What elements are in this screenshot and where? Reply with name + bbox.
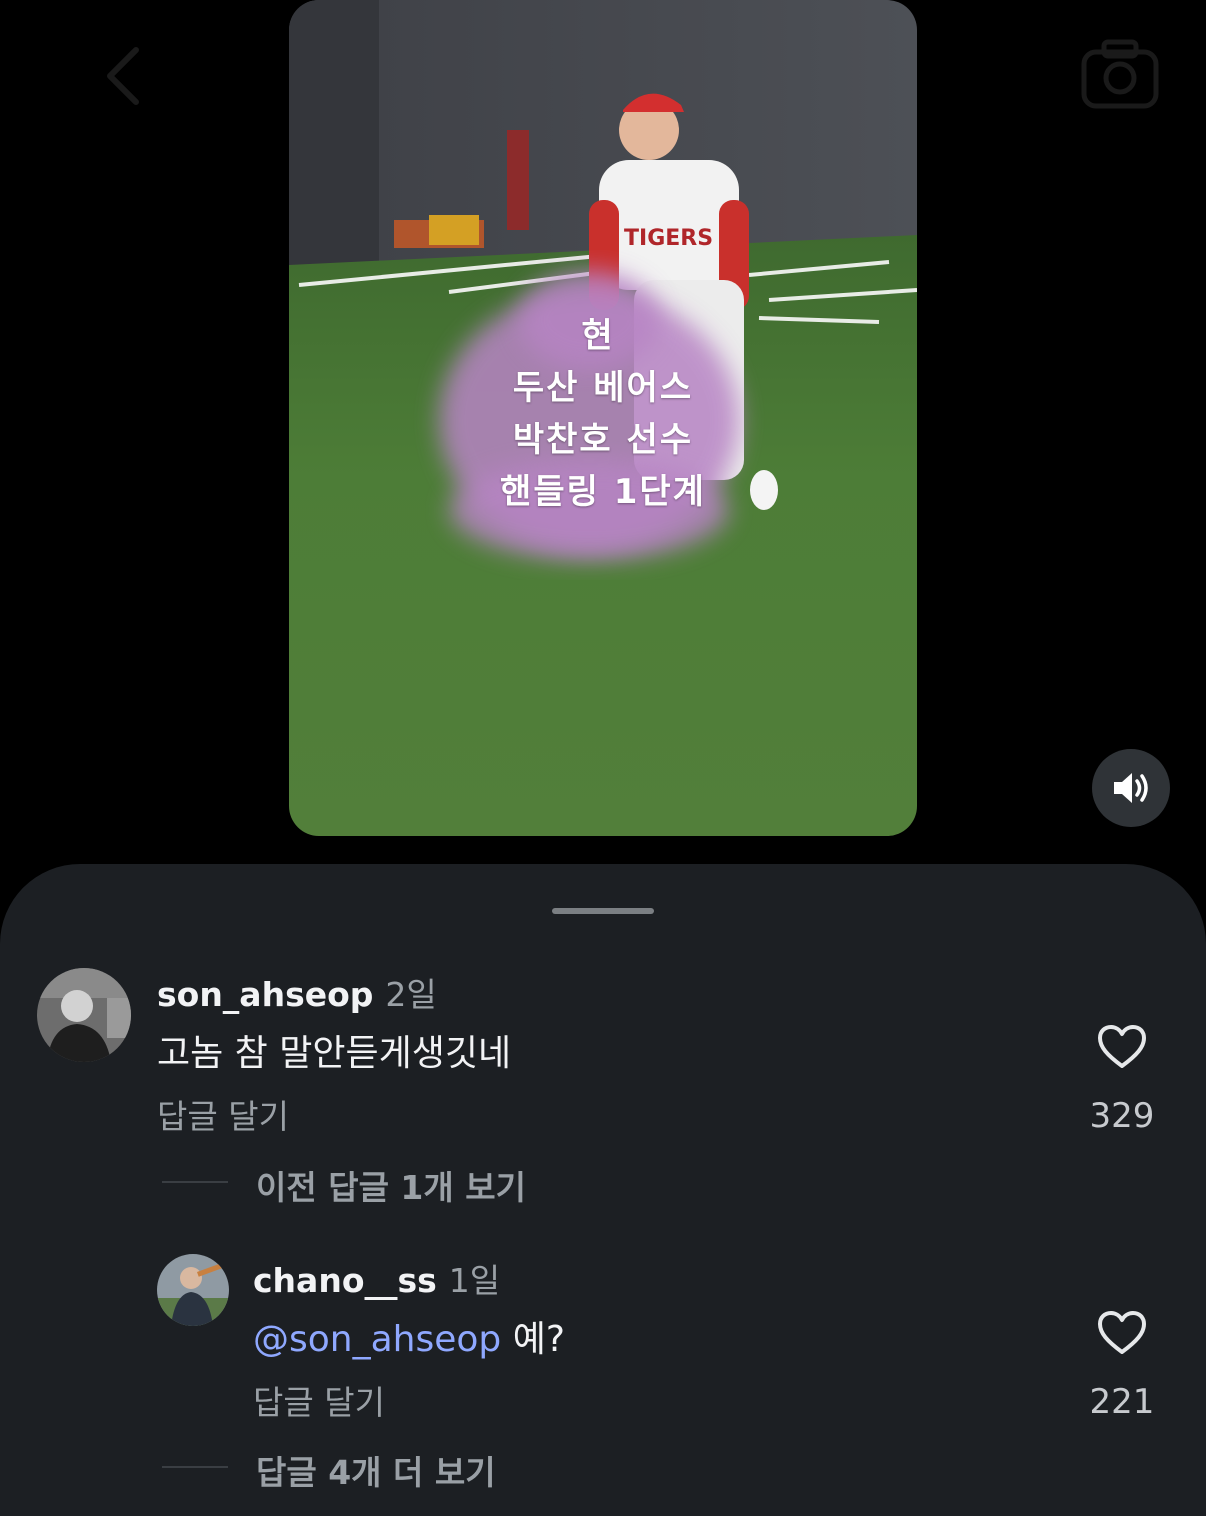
overlay-line: 박찬호 선수 (512, 420, 694, 460)
thread-divider (162, 1181, 228, 1183)
like-count: 329 (1089, 1096, 1155, 1136)
like-count: 221 (1089, 1382, 1155, 1422)
thread-divider (162, 1466, 228, 1468)
svg-text:TIGERS: TIGERS (624, 226, 713, 251)
avatar[interactable] (157, 1254, 229, 1326)
comment-time: 2일 (385, 975, 437, 1014)
comments-sheet: son_ahseop 2일 고놈 참 말안듣게생깃네 답글 달기 329 이전 답… (0, 864, 1206, 1516)
comment-username[interactable]: chano__ss 1일 (253, 1254, 500, 1302)
avatar[interactable] (37, 968, 131, 1062)
overlay-line: 현 (581, 316, 615, 356)
username-text[interactable]: chano__ss (253, 1261, 437, 1300)
sheet-grabber[interactable] (552, 908, 654, 914)
camera-icon[interactable] (1080, 38, 1160, 110)
comment-username[interactable]: son_ahseop 2일 (157, 968, 437, 1016)
username-text[interactable]: son_ahseop (157, 975, 373, 1014)
comment-text: @son_ahseop 예? (253, 1310, 565, 1362)
overlay-line: 두산 베어스 (512, 368, 694, 408)
view-more-replies-button[interactable]: 답글 4개 더 보기 (256, 1446, 496, 1494)
like-button[interactable]: 221 (1077, 1310, 1167, 1422)
heart-icon (1098, 1025, 1146, 1068)
overlay-line: 핸들링 1단계 (500, 472, 706, 512)
sound-toggle-button[interactable] (1092, 749, 1170, 827)
chevron-left-icon[interactable] (96, 44, 156, 108)
comment-text: 고놈 참 말안듣게생깃네 (157, 1033, 512, 1074)
mention-link[interactable]: @son_ahseop (253, 1319, 501, 1360)
like-button[interactable]: 329 (1077, 1024, 1167, 1136)
video-caption-overlay: 현 두산 베어스 박찬호 선수 핸들링 1단계 (289, 310, 917, 518)
comment-body: 예? (501, 1319, 565, 1360)
reply-button[interactable]: 답글 달기 (157, 1090, 289, 1138)
speaker-icon (1114, 773, 1148, 803)
heart-icon (1098, 1311, 1146, 1354)
comment-time: 1일 (448, 1261, 501, 1300)
view-previous-replies-button[interactable]: 이전 답글 1개 보기 (256, 1161, 526, 1209)
reel-video[interactable]: TIGERS 현 두산 베어스 박찬호 선수 핸들링 1단계 (289, 0, 917, 836)
reply-button[interactable]: 답글 달기 (253, 1376, 385, 1424)
